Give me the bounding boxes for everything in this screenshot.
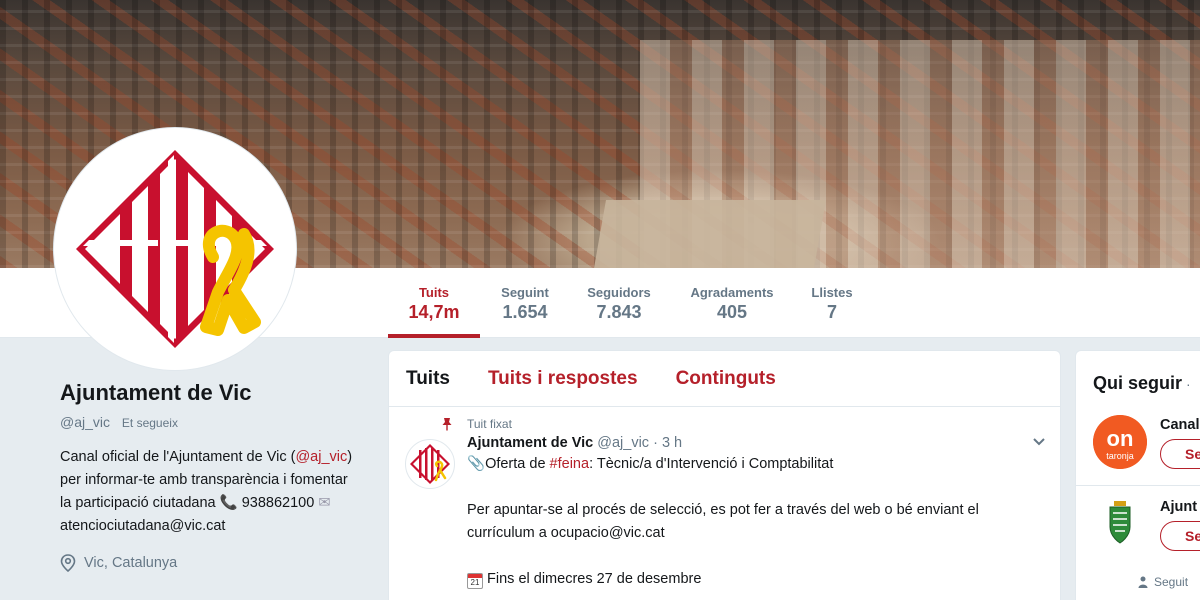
tab-media[interactable]: Continguts [676, 368, 776, 390]
pinned-label: Tuit fixat [467, 417, 512, 431]
pin-icon [442, 418, 452, 431]
stat-label: Tuits [418, 285, 450, 300]
title-separator: · [1186, 376, 1191, 392]
profile-bio: Canal oficial de l'Ajuntament de Vic (@a… [60, 449, 353, 534]
follows-you-badge: Et segueix [121, 416, 178, 430]
bio-email: atenciociutadana@vic.cat [60, 518, 226, 534]
svg-text:taronja: taronja [1106, 451, 1134, 461]
stat-label: Llistes [811, 285, 853, 300]
tweet-text: 📎Oferta de #feina: Tècnic/a d'Intervenci… [467, 453, 1044, 591]
stat-label: Seguidors [587, 285, 651, 300]
vic-coat-of-arms-logo [410, 444, 450, 484]
nav-stat-lists[interactable]: Llistes 7 [804, 268, 860, 338]
profile-handle[interactable]: @aj_vic [60, 414, 110, 430]
calendar-day: 21 [470, 578, 480, 587]
account-avatar[interactable]: on taronja [1093, 415, 1147, 469]
stat-value: 7.843 [596, 302, 642, 322]
account-name[interactable]: Canal [1160, 417, 1200, 433]
bio-mention-link[interactable]: @aj_vic [295, 449, 347, 465]
timeline-tabs: Tuits Tuits i respostes Continguts [389, 351, 1060, 407]
nav-stat-followers[interactable]: Seguidors 7.843 [580, 268, 658, 338]
stat-value: 7 [826, 302, 837, 322]
svg-text:on: on [1107, 426, 1134, 451]
account-avatar[interactable] [1093, 497, 1147, 551]
tweet-time[interactable]: · 3 h [653, 435, 682, 451]
who-title-text: Qui seguir [1093, 373, 1183, 393]
vic-coat-of-arms-logo [76, 150, 274, 348]
location-text: Vic, Catalunya [84, 555, 178, 571]
account-name[interactable]: Ajunt [1160, 499, 1197, 515]
on-taronja-logo: on taronja [1093, 415, 1147, 469]
person-icon [1138, 576, 1148, 588]
profile-card: Ajuntament de Vic @aj_vic Et segueix Can… [60, 380, 360, 572]
calendar-icon: 21 [467, 573, 483, 589]
tweet[interactable]: Tuit fixat Ajuntament de Vic @aj_vic · 3… [389, 407, 1060, 591]
divider [1076, 485, 1200, 486]
tweet-avatar[interactable] [405, 439, 455, 489]
footer-text: Seguit [1154, 575, 1189, 589]
nav-stat-following[interactable]: Seguint 1.654 [490, 268, 560, 338]
timeline: Tuits Tuits i respostes Continguts Tuit … [388, 350, 1061, 600]
municipal-shield-logo [1109, 501, 1131, 544]
profile-avatar[interactable] [54, 128, 296, 370]
who-to-follow-panel: Qui seguir· on taronja Canal Se Ajunt Se [1075, 350, 1200, 600]
tweet-author[interactable]: Ajuntament de Vic [467, 435, 593, 451]
tweet-text-part: : Tècnic/a d'Intervenció i Comptabilitat [589, 456, 834, 472]
stat-value: 405 [716, 302, 748, 322]
tweet-text-part: Oferta de [485, 456, 550, 472]
stat-label: Seguint [501, 285, 549, 300]
envelope-icon: ✉ [318, 495, 331, 511]
tweet-header: Ajuntament de Vic @aj_vic · 3 h [467, 435, 1044, 451]
hashtag-link[interactable]: #feina [550, 456, 590, 472]
stat-value: 14,7m [408, 302, 460, 322]
followed-by-note: Seguit [1138, 575, 1188, 589]
profile-name[interactable]: Ajuntament de Vic [60, 380, 360, 406]
nav-stat-likes[interactable]: Agradaments 405 [680, 268, 784, 338]
chevron-down-icon[interactable] [1032, 437, 1046, 447]
paperclip-icon: 📎 [467, 456, 486, 472]
profile-location: Vic, Catalunya [60, 554, 360, 572]
follow-button[interactable]: Se [1160, 439, 1200, 469]
bio-text: Canal oficial de l'Ajuntament de Vic [60, 449, 287, 465]
tab-tweets[interactable]: Tuits [406, 368, 450, 390]
location-pin-icon [60, 554, 76, 572]
stat-label: Agradaments [690, 285, 774, 300]
nav-stat-tweets[interactable]: Tuits 14,7m [388, 268, 480, 338]
follow-button[interactable]: Se [1160, 521, 1200, 551]
phone-icon: 📞 [219, 495, 238, 511]
tweet-handle[interactable]: @aj_vic [597, 435, 649, 451]
stat-value: 1.654 [502, 302, 548, 322]
tab-tweets-and-replies[interactable]: Tuits i respostes [488, 368, 638, 390]
bio-phone: 938862100 [241, 495, 315, 511]
tweet-text-part: Fins el dimecres 27 de desembre [487, 571, 702, 587]
tweet-paragraph: Per apuntar-se al procés de selecció, es… [467, 502, 979, 541]
who-to-follow-title: Qui seguir · [1093, 373, 1191, 394]
